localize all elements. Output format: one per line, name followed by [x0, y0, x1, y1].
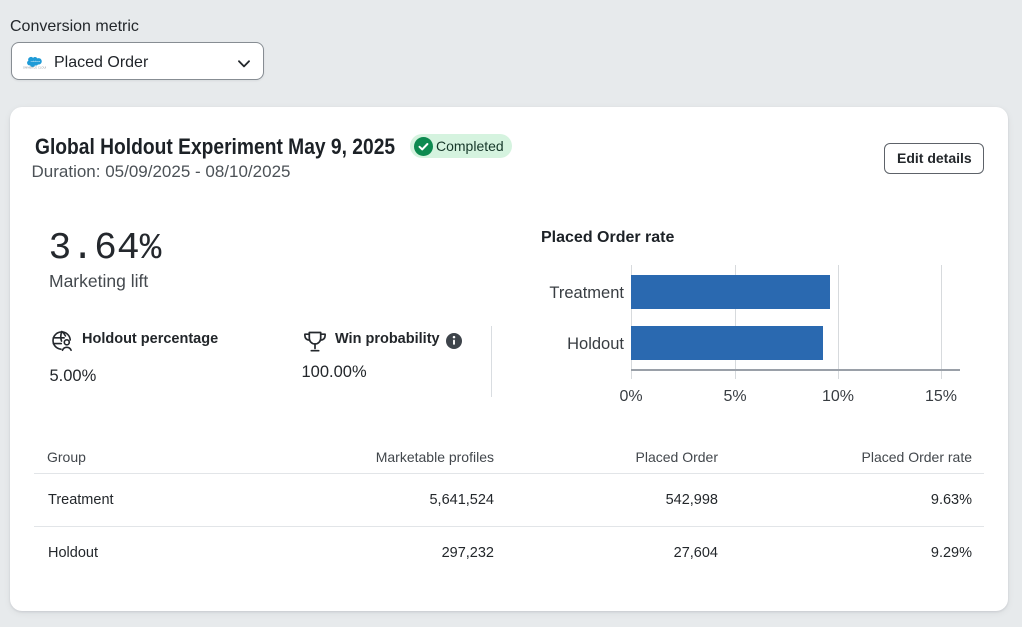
svg-text:COMMERCE CLOUD: COMMERCE CLOUD: [23, 67, 46, 70]
svg-text:salesforce: salesforce: [31, 60, 41, 63]
